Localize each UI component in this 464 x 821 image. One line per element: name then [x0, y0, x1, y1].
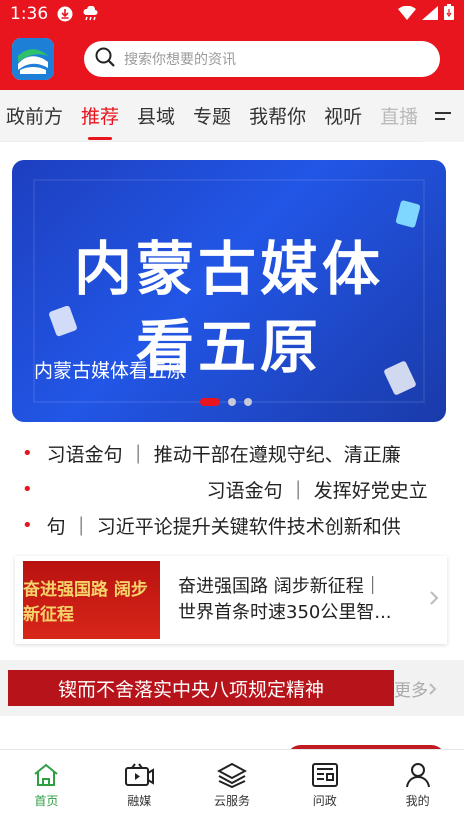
- search-icon: [94, 46, 116, 72]
- tab-topics[interactable]: 专题: [193, 90, 231, 141]
- tab-help-you[interactable]: 我帮你: [249, 90, 306, 141]
- battery-icon: [444, 4, 454, 24]
- home-icon: [34, 763, 59, 786]
- bullet-icon: •: [22, 443, 33, 464]
- banner-carousel[interactable]: 内蒙古媒体 看五原 内蒙古媒体看五原: [12, 160, 446, 422]
- chevron-right-icon: [429, 590, 439, 610]
- chevron-right-icon: [429, 682, 437, 695]
- ticker-text: 习语金句 ｜ 推动干部在遵规守纪、清正廉: [46, 444, 401, 466]
- more-link[interactable]: 更多: [394, 676, 438, 701]
- ticker-text: 习语金句 ｜ 发挥好党史立: [206, 480, 428, 502]
- slogan-section: 锲而不舍落实中央八项规定精神 更多: [0, 660, 464, 716]
- ticker-item[interactable]: • 句 ｜ 习近平论提升关键软件技术创新和供: [22, 512, 442, 539]
- download-icon: [56, 5, 74, 23]
- ticker-item[interactable]: • 习语金句 ｜ 发挥好党史立: [22, 476, 442, 503]
- feature-title-line2: 世界首条时速350公里智...: [178, 602, 392, 623]
- nav-cloud-label: 云服务: [213, 794, 250, 808]
- ticker-item[interactable]: • 习语金句 ｜ 推动干部在遵规守纪、清正廉: [22, 440, 442, 467]
- wifi-icon: [398, 5, 416, 24]
- tab-zhengqianfang[interactable]: 政前方: [6, 90, 63, 141]
- signal-icon: [422, 5, 438, 24]
- search-bar[interactable]: 搜索你想要的资讯: [84, 41, 440, 77]
- carousel-dot: [244, 398, 252, 406]
- tab-audio-video[interactable]: 视听: [324, 90, 362, 141]
- feature-title-line1: 奋进强国路 阔步新征程｜: [178, 576, 382, 597]
- carousel-dot: [228, 398, 236, 406]
- search-placeholder: 搜索你想要的资讯: [124, 52, 236, 68]
- nav-politics[interactable]: 问政: [278, 750, 371, 821]
- tab-county[interactable]: 县域: [137, 90, 175, 141]
- carousel-dot-active: [200, 398, 220, 406]
- tab-live[interactable]: 直播: [380, 90, 418, 141]
- newspaper-icon: [311, 763, 338, 787]
- app-header: 搜索你想要的资讯: [0, 28, 464, 90]
- tab-menu-button[interactable]: [422, 90, 464, 142]
- video-icon: [125, 763, 155, 786]
- feature-card[interactable]: 奋进强国路 阔步新征程 奋进强国路 阔步新征程｜ 世界首条时速350公里智...: [15, 556, 447, 644]
- nav-home[interactable]: 首页: [0, 750, 93, 821]
- nav-me[interactable]: 我的: [371, 750, 464, 821]
- bottom-navigation: 首页 融媒 云服务 问政 我的: [0, 749, 464, 821]
- nav-media[interactable]: 融媒: [93, 750, 186, 821]
- banner-headline-line1: 内蒙古媒体: [73, 235, 384, 303]
- feature-thumbnail: 奋进强国路 阔步新征程: [23, 561, 160, 639]
- nav-home-label: 首页: [34, 794, 59, 808]
- nav-politics-label: 问政: [312, 794, 337, 808]
- more-label: 更多: [394, 681, 428, 701]
- bullet-icon: •: [22, 515, 33, 536]
- status-time: 1:36: [10, 4, 49, 24]
- tab-recommend[interactable]: 推荐: [81, 90, 119, 141]
- banner-caption: 内蒙古媒体看五原: [34, 360, 187, 382]
- bullet-icon: •: [22, 479, 33, 500]
- weather-icon: [82, 5, 100, 23]
- slogan-banner[interactable]: 锲而不舍落实中央八项规定精神: [8, 670, 394, 706]
- layers-icon: [216, 762, 247, 788]
- content-peek: [0, 716, 464, 749]
- category-tabs: 政前方 推荐 县域 专题 我帮你 视听 直播: [0, 90, 464, 142]
- nav-cloud-service[interactable]: 云服务: [186, 750, 279, 821]
- user-icon: [405, 763, 430, 788]
- app-logo[interactable]: [12, 38, 54, 80]
- carousel-indicator: [200, 398, 252, 406]
- nav-media-label: 融媒: [127, 794, 152, 808]
- nav-me-label: 我的: [405, 794, 430, 808]
- status-bar: 1:36: [0, 0, 464, 28]
- menu-icon: [435, 112, 451, 120]
- ticker-text: 句 ｜ 习近平论提升关键软件技术创新和供: [46, 516, 401, 538]
